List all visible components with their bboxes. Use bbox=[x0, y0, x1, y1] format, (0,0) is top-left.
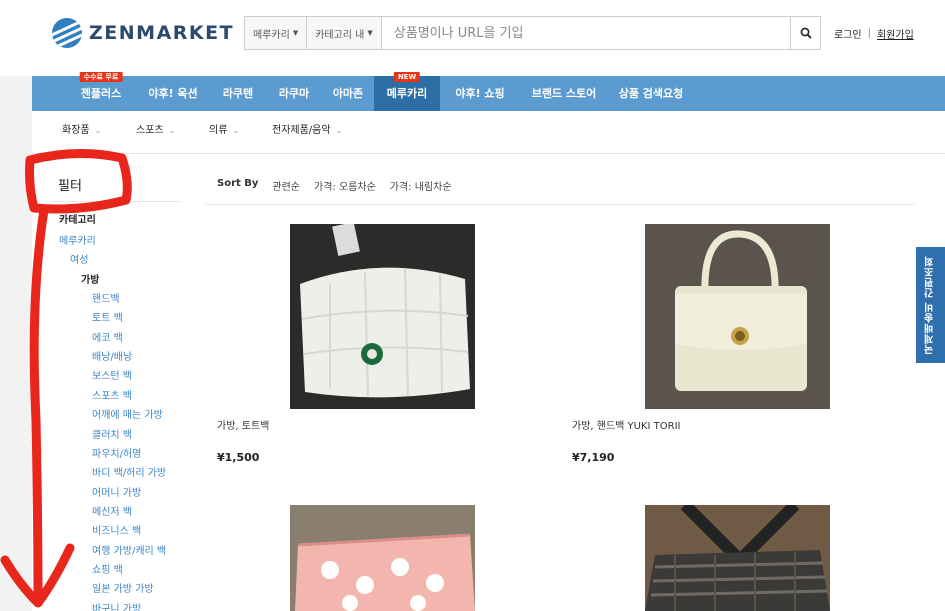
subcategory-link[interactable]: 스포츠 백 bbox=[92, 387, 132, 402]
category-link-women[interactable]: 여성 bbox=[70, 251, 88, 266]
search-button[interactable] bbox=[790, 17, 820, 49]
signup-link[interactable]: 회원가입 bbox=[877, 26, 914, 41]
nav-label: 상품 검색요청 bbox=[618, 87, 684, 100]
subcategory-link[interactable]: 여행 가방/캐리 백 bbox=[92, 542, 166, 557]
sort-option-price-asc[interactable]: 가격: 오름차순 bbox=[314, 178, 376, 193]
shipping-calculator-label: 국제배송비 간편조회 bbox=[925, 255, 936, 355]
login-link[interactable]: 로그인 bbox=[834, 26, 862, 41]
product-image-pouch[interactable] bbox=[290, 505, 475, 611]
nav-label: 아마존 bbox=[332, 87, 364, 100]
subcategory-link[interactable]: 파우치/허영 bbox=[92, 445, 141, 460]
auth-links: 로그인 | 회원가입 bbox=[834, 26, 914, 41]
site-select[interactable]: 메루카리 ▼ bbox=[245, 17, 308, 49]
subcategory-link[interactable]: 메신저 백 bbox=[92, 503, 132, 518]
nav-item-yahoo-auction[interactable]: 야후! 옥션 bbox=[136, 76, 210, 111]
product-image-shopping-bag[interactable] bbox=[645, 505, 830, 611]
product-price: ¥1,500 bbox=[217, 451, 260, 464]
nav-label: 메루카리 bbox=[386, 87, 428, 100]
nav-label: 야후! 쇼핑 bbox=[455, 87, 505, 100]
chevron-down-icon: ⌄ bbox=[232, 126, 240, 135]
sort-option-price-desc[interactable]: 가격: 내림차순 bbox=[390, 178, 452, 193]
subcategory-link[interactable]: 바구니 가방 bbox=[92, 600, 141, 611]
divider: | bbox=[867, 28, 871, 39]
category-sports[interactable]: 스포츠 ⌄ bbox=[136, 111, 175, 154]
product-price: ¥7,190 bbox=[572, 451, 615, 464]
main-nav: 수수료 무료 젠플러스 야후! 옥션 라쿠텐 라쿠마 아마존 NEW 메루카리 … bbox=[32, 72, 945, 111]
filter-title: 필터 bbox=[58, 179, 82, 194]
nav-label: 야후! 옥션 bbox=[148, 87, 198, 100]
category-bar: 화장품 ⌄ 스포츠 ⌄ 의류 ⌄ 전자제품/음악 ⌄ bbox=[32, 111, 945, 154]
subcategory-link[interactable]: 핸드백 bbox=[92, 290, 120, 305]
sort-label: Sort By bbox=[217, 178, 259, 189]
category-link-mercari[interactable]: 메루카리 bbox=[59, 232, 96, 247]
search-icon bbox=[800, 27, 812, 39]
nav-item-zenplus[interactable]: 수수료 무료 젠플러스 bbox=[66, 72, 136, 111]
site-header: ZENMARKET 메루카리 ▼ 카테고리 내 ▼ 로그인 | 회원가입 bbox=[0, 0, 945, 76]
nav-item-brand-store[interactable]: 브랜드 스토어 bbox=[520, 76, 608, 111]
category-clothing[interactable]: 의류 ⌄ bbox=[209, 111, 239, 154]
subcategory-link[interactable]: 비즈니스 백 bbox=[92, 522, 141, 537]
sort-bar: Sort By 관련순 가격: 오름차순 가격: 내림차순 bbox=[217, 178, 452, 193]
category-label: 의류 bbox=[209, 125, 228, 136]
free-fee-badge: 수수료 무료 bbox=[79, 72, 123, 82]
arrow-shaft bbox=[29, 205, 49, 605]
category-current-bag: 가방 bbox=[81, 275, 100, 286]
category-label: 화장품 bbox=[62, 125, 90, 136]
category-label: 전자제품/음악 bbox=[272, 125, 331, 136]
product-image-handbag[interactable] bbox=[645, 224, 830, 409]
nav-item-amazon[interactable]: 아마존 bbox=[322, 76, 374, 111]
pouch-photo bbox=[290, 505, 475, 611]
divider bbox=[205, 204, 915, 205]
nav-label: 젠플러스 bbox=[80, 87, 122, 100]
left-gutter bbox=[0, 76, 32, 611]
nav-item-yahoo-shopping[interactable]: 야후! 쇼핑 bbox=[440, 76, 520, 111]
nav-label: 라쿠마 bbox=[278, 87, 310, 100]
zenmarket-logo[interactable]: ZENMARKET bbox=[52, 18, 234, 48]
search-input[interactable] bbox=[381, 17, 790, 49]
nav-item-mercari[interactable]: NEW 메루카리 bbox=[374, 72, 440, 111]
scope-select[interactable]: 카테고리 내 ▼ bbox=[307, 17, 382, 49]
nav-label: 라쿠텐 bbox=[222, 87, 254, 100]
handbag-photo bbox=[645, 224, 830, 409]
subcategory-link[interactable]: 에코 백 bbox=[92, 329, 123, 344]
subcategory-link[interactable]: 바디 백/허리 가방 bbox=[92, 464, 166, 479]
divider bbox=[52, 201, 182, 202]
subcategory-link[interactable]: 보스턴 백 bbox=[92, 367, 132, 382]
subcategory-link[interactable]: 일본 가방 가방 bbox=[92, 580, 154, 595]
logo-text: ZENMARKET bbox=[89, 22, 235, 44]
chevron-down-icon: ⌄ bbox=[168, 126, 176, 135]
shipping-calculator-tab[interactable]: 국제배송비 간편조회 bbox=[916, 247, 945, 363]
category-section-title: 카테고리 bbox=[59, 215, 96, 226]
nav-item-rakuma[interactable]: 라쿠마 bbox=[266, 76, 322, 111]
site-select-label: 메루카리 bbox=[253, 29, 290, 41]
subcategory-link[interactable]: 어깨에 매는 가방 bbox=[92, 406, 163, 421]
scope-select-label: 카테고리 내 bbox=[315, 29, 365, 41]
nav-item-search-request[interactable]: 상품 검색요청 bbox=[608, 76, 694, 111]
category-cosmetics[interactable]: 화장품 ⌄ bbox=[62, 111, 101, 154]
shopping-bag-photo bbox=[645, 505, 830, 611]
subcategory-link[interactable]: 토트 백 bbox=[92, 309, 123, 324]
new-badge: NEW bbox=[393, 72, 421, 82]
product-title[interactable]: 가방, 토트백 bbox=[217, 417, 269, 432]
subcategory-link[interactable]: 어머니 가방 bbox=[92, 484, 141, 499]
product-title[interactable]: 가방, 핸드백 YUKI TORII bbox=[572, 417, 680, 432]
sort-option-relevance[interactable]: 관련순 bbox=[272, 178, 300, 193]
chevron-down-icon: ⌄ bbox=[335, 126, 343, 135]
subcategory-link[interactable]: 쇼핑 백 bbox=[92, 561, 123, 576]
subcategory-link[interactable]: 클러치 백 bbox=[92, 426, 132, 441]
chevron-down-icon: ⌄ bbox=[94, 126, 102, 135]
product-image-tote[interactable] bbox=[290, 224, 475, 409]
subcategory-link[interactable]: 배낭/배낭 bbox=[92, 348, 132, 363]
category-electronics-music[interactable]: 전자제품/음악 ⌄ bbox=[272, 111, 342, 154]
tote-bag-photo bbox=[290, 224, 475, 409]
caret-down-icon: ▼ bbox=[292, 29, 299, 37]
caret-down-icon: ▼ bbox=[367, 29, 373, 37]
nav-label: 브랜드 스토어 bbox=[531, 87, 597, 100]
search-bar: 메루카리 ▼ 카테고리 내 ▼ bbox=[244, 16, 821, 50]
category-label: 스포츠 bbox=[136, 125, 164, 136]
nav-item-rakuten[interactable]: 라쿠텐 bbox=[210, 76, 266, 111]
globe-icon bbox=[52, 18, 82, 48]
